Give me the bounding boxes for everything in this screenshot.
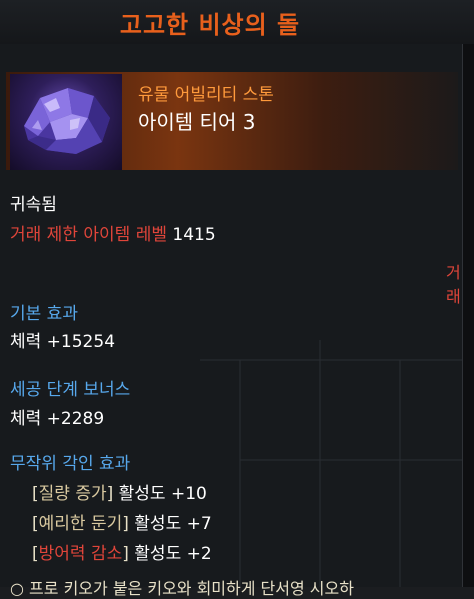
engraving-bracket-close: ] — [106, 484, 114, 504]
engraving-effect: 활성도 +10 — [118, 484, 207, 504]
bonus-line: 체력 +2289 — [10, 409, 105, 429]
item-tooltip: 유물 어빌리티 스톤 아이템 티어 3 귀속됨 거래 제한 아이템 레벨 141… — [0, 44, 462, 587]
item-grade-label: 유물 어빌리티 스톤 — [138, 85, 274, 105]
engraving-name: 질량 증가 — [38, 484, 107, 504]
base-effect-line: 체력 +15254 — [10, 332, 116, 352]
engraving-name-negative: 방어력 감소 — [38, 544, 123, 564]
bonus-heading: 세공 단계 보너스 — [10, 380, 131, 400]
engraving-effect: 활성도 +7 — [134, 514, 212, 534]
engraving-bracket-close: ] — [122, 514, 129, 534]
tooltip-title-bar: 고고한 비상의 돌 — [0, 0, 474, 45]
engraving-row: [예리한 둔기] 활성도 +7 — [32, 509, 212, 534]
trade-restriction-value: 1415 — [172, 225, 216, 245]
engraving-bracket-open: [ — [32, 544, 39, 564]
engraving-row: [질량 증가] 활성도 +10 — [32, 479, 207, 504]
base-effect-heading: 기본 효과 — [10, 304, 78, 324]
engraving-effect: 활성도 +2 — [134, 544, 212, 564]
side-panel-edge — [462, 44, 474, 587]
engraving-bracket-close: ] — [122, 544, 129, 564]
item-tier-label: 아이템 티어 3 — [138, 110, 256, 134]
engraving-bracket-open: [ — [32, 484, 39, 504]
bound-status: 귀속됨 — [10, 195, 57, 215]
engraving-bracket-open: [ — [32, 514, 39, 534]
item-name-title: 고고한 비상의 돌 — [119, 11, 301, 39]
engraving-name: 예리한 둔기 — [38, 514, 123, 534]
engraving-row: [방어력 감소] 활성도 +2 — [32, 539, 212, 564]
trade-restriction-level: 거래 제한 아이템 레벨 1415 — [10, 220, 216, 245]
crystal-stone-icon — [10, 74, 122, 170]
clipped-side-text: 거래 — [446, 263, 461, 306]
clipped-bottom-text: ○ 프로 키오가 붙은 키오와 회미하게 단서영 시오하 — [10, 579, 354, 598]
trade-restriction-label: 거래 제한 아이템 레벨 — [10, 225, 167, 245]
engraving-heading: 무작위 각인 효과 — [10, 454, 131, 474]
